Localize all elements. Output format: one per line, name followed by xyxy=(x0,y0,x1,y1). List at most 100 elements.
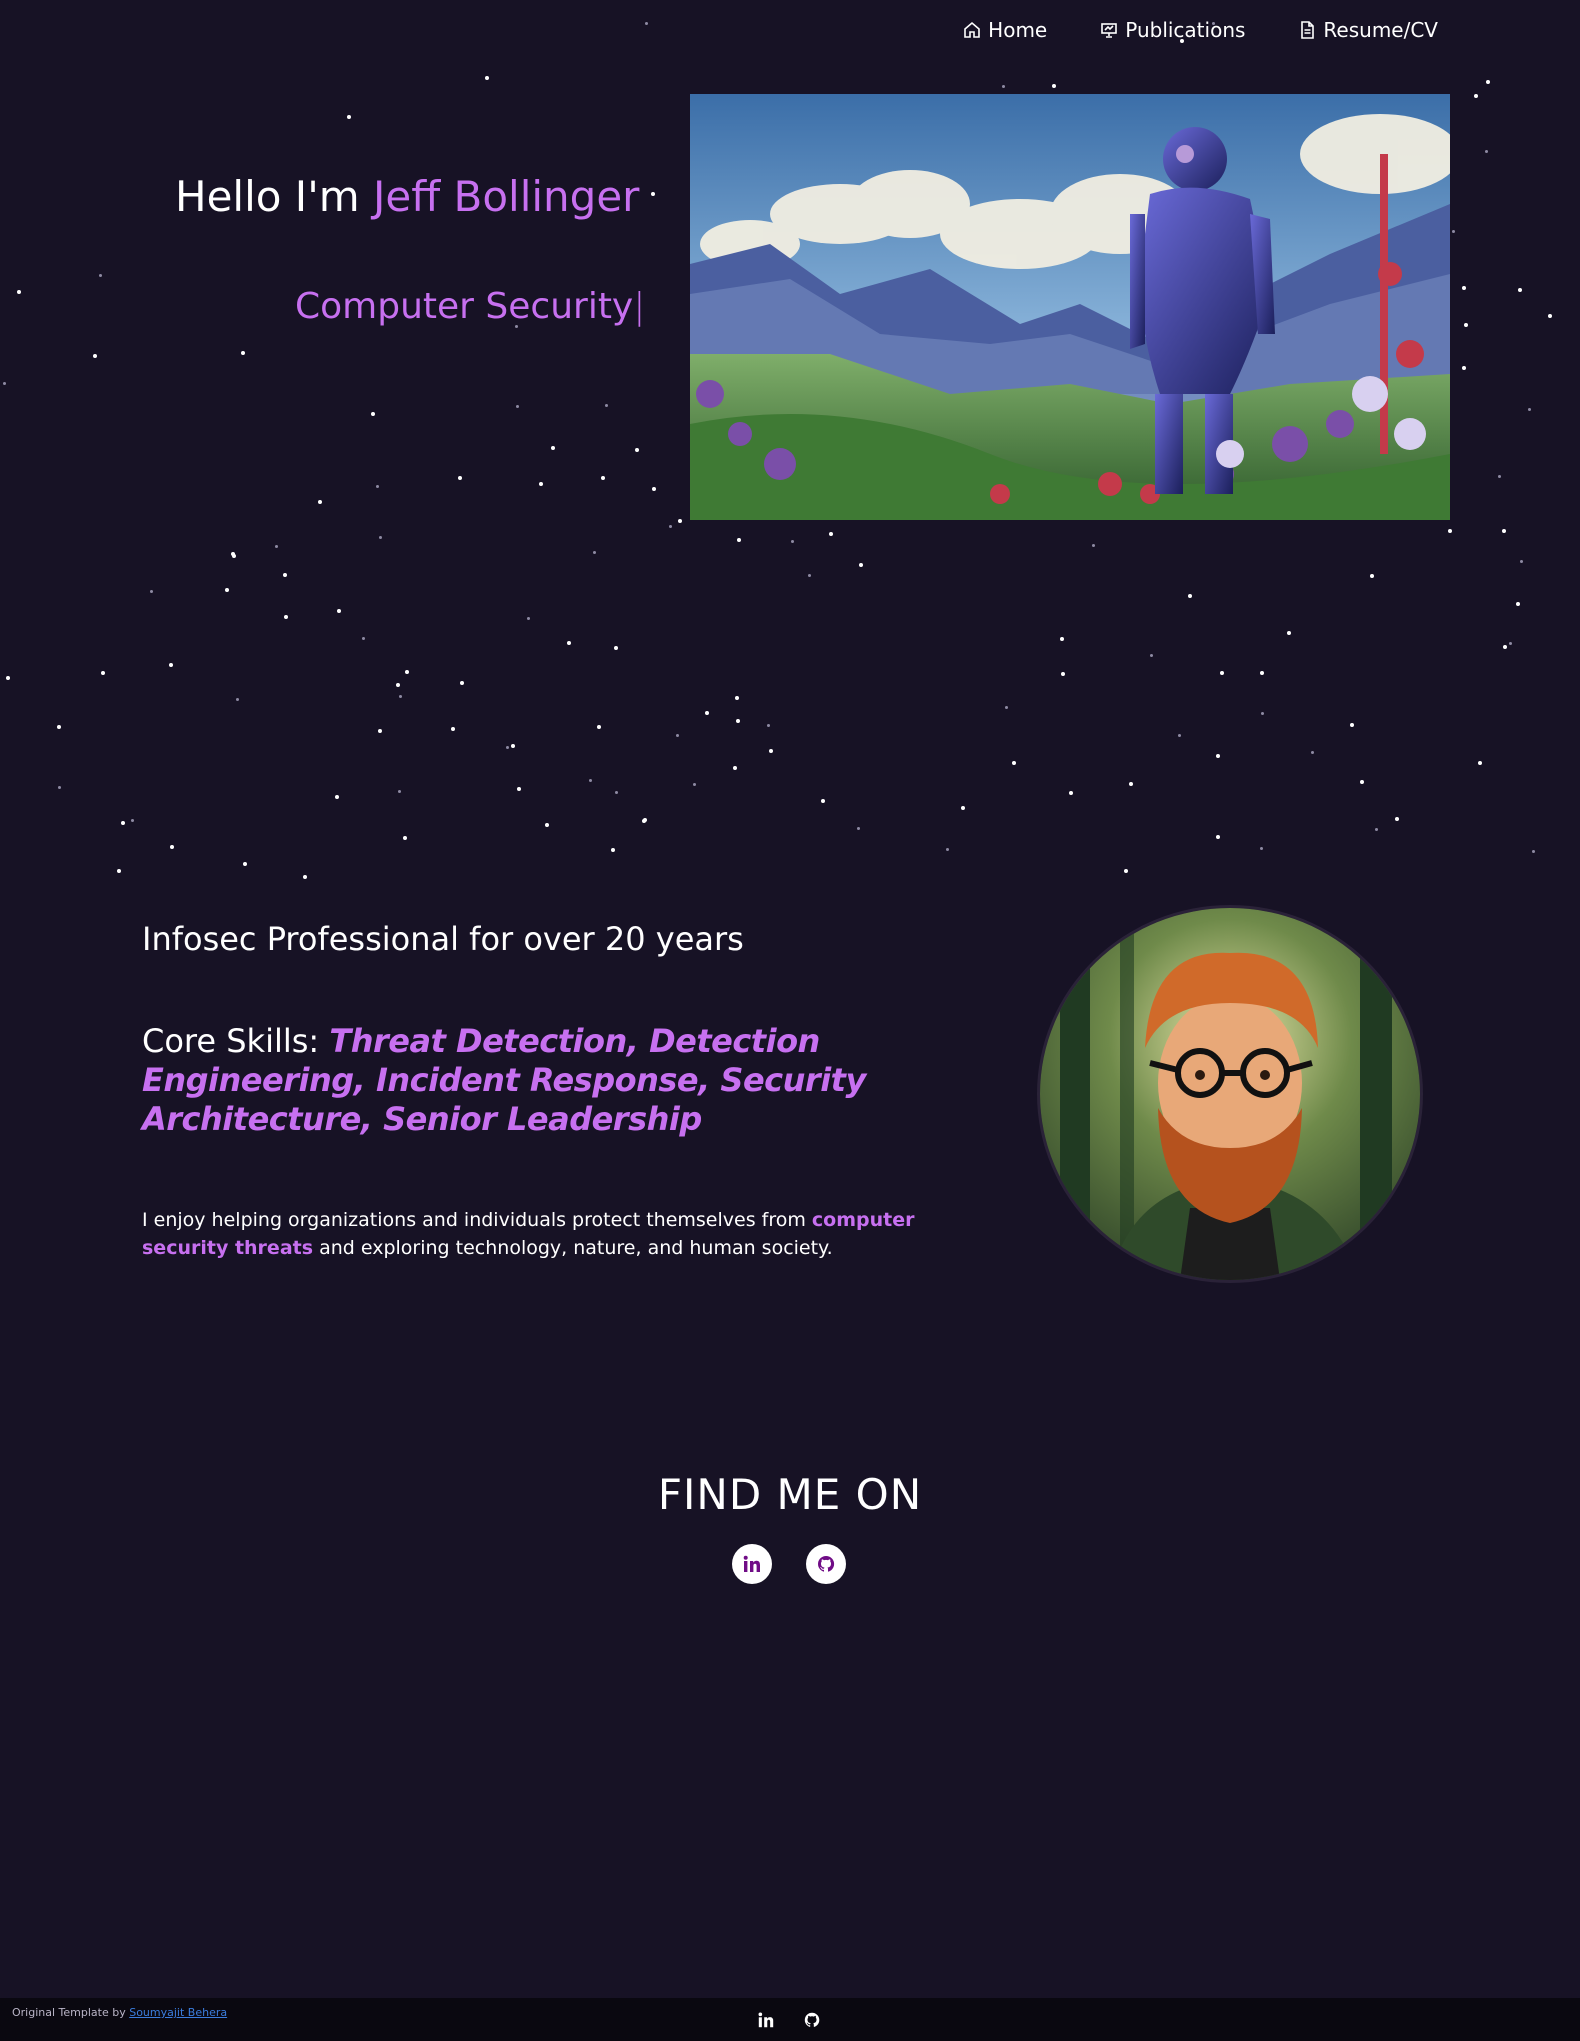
star-dot xyxy=(767,724,770,727)
star-dot xyxy=(101,671,105,675)
nav-publications[interactable]: Publications xyxy=(1099,18,1245,42)
star-dot xyxy=(1474,94,1478,98)
star-dot xyxy=(1502,529,1506,533)
star-dot xyxy=(1052,84,1056,88)
star-dot xyxy=(1311,751,1314,754)
star-dot xyxy=(1124,869,1128,873)
about-headline: Infosec Professional for over 20 years xyxy=(142,920,744,958)
greeting-text: Hello I'm xyxy=(175,172,374,221)
star-dot xyxy=(396,683,400,687)
nav-home-label: Home xyxy=(988,18,1048,42)
star-dot xyxy=(597,725,601,729)
star-dot xyxy=(335,795,339,799)
document-icon xyxy=(1301,21,1315,39)
star-dot xyxy=(3,382,6,385)
star-dot xyxy=(1069,791,1073,795)
github-icon xyxy=(817,1555,835,1572)
star-dot xyxy=(399,695,402,698)
star-dot xyxy=(1509,642,1512,645)
star-dot xyxy=(642,819,646,823)
hero-name: Jeff Bollinger xyxy=(373,172,640,221)
star-dot xyxy=(376,485,379,488)
star-dot xyxy=(1464,323,1468,327)
star-dot xyxy=(857,827,860,830)
nav-home[interactable]: Home xyxy=(962,18,1047,42)
star-dot xyxy=(946,848,949,851)
star-dot xyxy=(651,192,655,196)
nav-resume-label: Resume/CV xyxy=(1323,18,1438,42)
star-dot xyxy=(1005,706,1008,709)
star-dot xyxy=(99,274,102,277)
star-dot xyxy=(1220,671,1224,675)
star-dot xyxy=(611,848,615,852)
star-dot xyxy=(821,799,825,803)
star-dot xyxy=(318,500,322,504)
star-dot xyxy=(736,719,740,723)
star-dot xyxy=(1486,80,1490,84)
star-dot xyxy=(1395,817,1399,821)
star-dot xyxy=(1188,594,1192,598)
star-dot xyxy=(1478,761,1482,765)
linkedin-icon xyxy=(743,1555,760,1572)
about-description: I enjoy helping organizations and indivi… xyxy=(142,1206,962,1262)
avatar xyxy=(1040,908,1420,1280)
star-dot xyxy=(451,727,455,731)
star-dot xyxy=(506,746,509,749)
star-dot xyxy=(517,787,521,791)
star-dot xyxy=(283,573,287,577)
star-dot xyxy=(225,588,229,592)
star-dot xyxy=(1012,761,1016,765)
star-dot xyxy=(1462,286,1466,290)
star-dot xyxy=(829,532,833,536)
star-dot xyxy=(1129,782,1133,786)
linkedin-button[interactable] xyxy=(732,1544,772,1584)
star-dot xyxy=(6,676,10,680)
star-dot xyxy=(1485,150,1488,153)
star-dot xyxy=(347,115,351,119)
star-dot xyxy=(303,875,307,879)
star-dot xyxy=(859,563,863,567)
star-dot xyxy=(1092,544,1095,547)
typewriter-value: Computer Security xyxy=(295,286,634,327)
star-dot xyxy=(678,519,682,523)
nav-publications-label: Publications xyxy=(1125,18,1246,42)
nav-resume[interactable]: Resume/CV xyxy=(1297,18,1438,42)
star-dot xyxy=(57,725,61,729)
star-dot xyxy=(1448,529,1452,533)
star-dot xyxy=(1060,637,1064,641)
star-dot xyxy=(241,351,245,355)
hero-landscape-image xyxy=(690,94,1450,520)
social-links xyxy=(732,1544,846,1584)
footer-linkedin-link[interactable] xyxy=(757,2011,775,2029)
star-dot xyxy=(379,536,382,539)
star-dot xyxy=(516,405,519,408)
star-dot xyxy=(243,862,247,866)
star-dot xyxy=(460,681,464,685)
footer-credit-link[interactable]: Soumyajit Behera xyxy=(129,2006,227,2019)
star-dot xyxy=(362,637,365,640)
star-dot xyxy=(1462,366,1466,370)
home-icon xyxy=(964,21,980,38)
star-dot xyxy=(589,779,592,782)
star-dot xyxy=(669,525,672,528)
star-dot xyxy=(1516,602,1520,606)
star-dot xyxy=(733,766,737,770)
star-dot xyxy=(539,482,543,486)
star-dot xyxy=(1360,780,1364,784)
star-dot xyxy=(545,823,549,827)
star-dot xyxy=(735,696,739,700)
star-dot xyxy=(1520,560,1523,563)
github-button[interactable] xyxy=(806,1544,846,1584)
star-dot xyxy=(601,476,605,480)
star-dot xyxy=(593,551,596,554)
star-dot xyxy=(1498,475,1501,478)
star-dot xyxy=(371,412,375,416)
footer-github-link[interactable] xyxy=(803,2011,821,2029)
star-dot xyxy=(170,845,174,849)
star-dot xyxy=(737,538,741,542)
footer-social-icons xyxy=(757,2011,821,2029)
star-dot xyxy=(705,711,709,715)
star-dot xyxy=(527,617,530,620)
star-dot xyxy=(1002,85,1005,88)
typewriter-text: Computer Security| xyxy=(295,286,645,327)
